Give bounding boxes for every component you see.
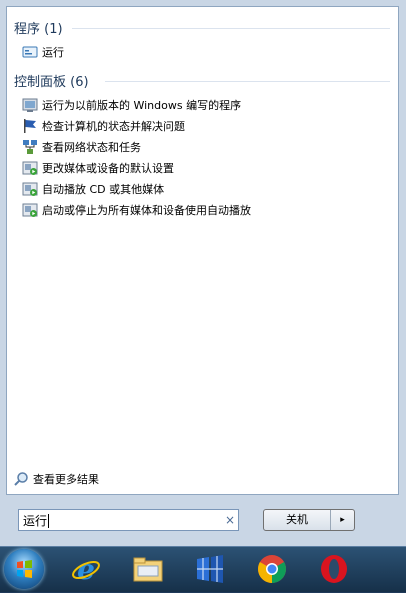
result-item-label: 启动或停止为所有媒体和设备使用自动播放: [42, 204, 251, 217]
start-menu: 程序 (1) 运行 控制面板 (6) 运行为以前版本的 Windows 编写的程…: [0, 0, 406, 546]
svg-text:e: e: [77, 553, 95, 585]
result-item-run[interactable]: 运行: [22, 42, 64, 62]
search-icon: [13, 471, 29, 487]
search-results-pane: 程序 (1) 运行 控制面板 (6) 运行为以前版本的 Windows 编写的程…: [6, 6, 399, 495]
shutdown-button[interactable]: 关机: [264, 510, 331, 530]
result-item-action-center[interactable]: 检查计算机的状态并解决问题: [22, 116, 185, 136]
result-item-label: 检查计算机的状态并解决问题: [42, 120, 185, 133]
chrome-icon[interactable]: [256, 553, 288, 585]
run-icon: [22, 44, 38, 60]
shutdown-options-arrow-icon[interactable]: ▸: [331, 510, 354, 530]
result-item-label: 自动播放 CD 或其他媒体: [42, 183, 165, 196]
network-icon: [22, 139, 38, 155]
text-caret: [48, 514, 50, 528]
result-item-autoplay-all[interactable]: 启动或停止为所有媒体和设备使用自动播放: [22, 200, 251, 220]
divider: [72, 28, 390, 29]
shutdown-button-group: 关机 ▸: [263, 509, 355, 531]
start-button[interactable]: [4, 549, 44, 589]
result-item-label: 运行为以前版本的 Windows 编写的程序: [42, 99, 242, 112]
divider: [105, 81, 390, 82]
taskbar: e: [0, 546, 406, 592]
result-item-label: 查看网络状态和任务: [42, 141, 141, 154]
result-item-network[interactable]: 查看网络状态和任务: [22, 137, 141, 157]
file-explorer-icon[interactable]: [132, 553, 164, 585]
opera-icon[interactable]: [318, 553, 350, 585]
internet-explorer-icon[interactable]: e: [70, 553, 102, 586]
compatibility-icon: [22, 97, 38, 113]
action-center-flag-icon: [22, 118, 38, 134]
result-item-autoplay-cd[interactable]: 自动播放 CD 或其他媒体: [22, 179, 164, 199]
result-item-default-settings[interactable]: 更改媒体或设备的默认设置: [22, 158, 174, 178]
see-more-results-link[interactable]: 查看更多结果: [13, 471, 99, 487]
search-value: 运行: [23, 513, 48, 528]
search-input[interactable]: 运行 ×: [18, 509, 239, 531]
result-item-label: 运行: [42, 46, 64, 59]
see-more-label: 查看更多结果: [33, 473, 99, 486]
clear-search-icon[interactable]: ×: [222, 513, 238, 527]
autoplay-icon: [22, 181, 38, 197]
group-header-programs: 程序 (1): [14, 22, 63, 37]
autoplay-icon: [22, 202, 38, 218]
windows-logo-icon: [17, 560, 32, 578]
windows-store-icon[interactable]: [194, 553, 226, 585]
autoplay-icon: [22, 160, 38, 176]
group-header-control-panel: 控制面板 (6): [14, 75, 89, 90]
result-item-compatibility[interactable]: 运行为以前版本的 Windows 编写的程序: [22, 95, 241, 115]
result-item-label: 更改媒体或设备的默认设置: [42, 162, 174, 175]
